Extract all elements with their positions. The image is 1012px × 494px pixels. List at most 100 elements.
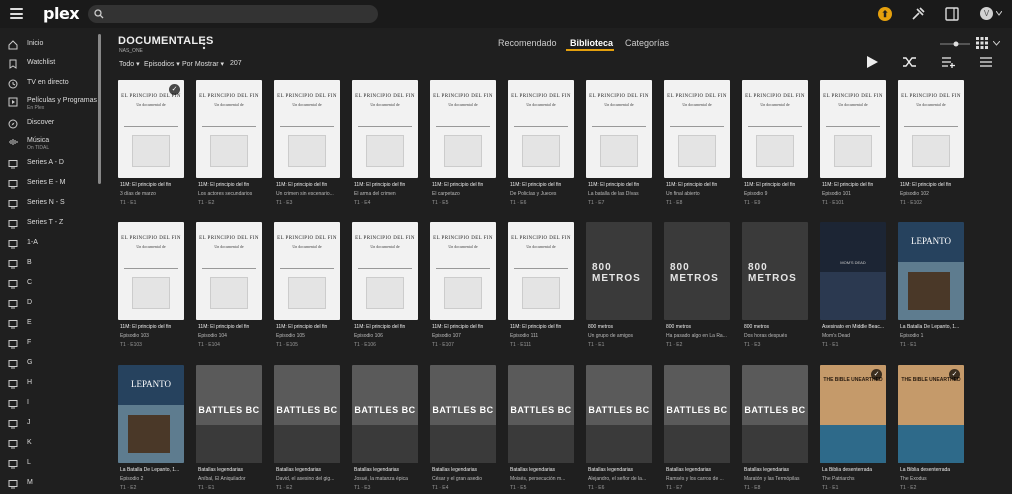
episode-poster[interactable]: BATTLES BC xyxy=(742,365,808,463)
episode-poster[interactable]: EL PRINCIPIO DEL FIN Un documental de xyxy=(196,222,262,320)
episode-poster[interactable]: BATTLES BC xyxy=(430,365,496,463)
show-title[interactable]: 11M: El principio del fin xyxy=(354,182,420,188)
show-title[interactable]: La Batalla De Lepanto, 1... xyxy=(900,324,966,330)
show-title[interactable]: 11M: El principio del fin xyxy=(900,182,966,188)
show-title[interactable]: 11M: El principio del fin xyxy=(276,182,342,188)
show-title[interactable]: 11M: El principio del fin xyxy=(120,324,186,330)
search-input[interactable] xyxy=(110,7,370,21)
show-title[interactable]: Batallas legendarias xyxy=(354,467,420,473)
episode-title[interactable]: The Exodus xyxy=(900,476,966,482)
episode-title[interactable]: Episodio 107 xyxy=(432,333,498,339)
episode-poster[interactable]: EL PRINCIPIO DEL FIN Un documental de xyxy=(508,222,574,320)
watched-check-icon[interactable]: ✓ xyxy=(169,84,180,95)
show-title[interactable]: Batallas legendarias xyxy=(744,467,810,473)
watched-check-icon[interactable]: ✓ xyxy=(871,369,882,380)
episode-title[interactable]: Episodio 106 xyxy=(354,333,420,339)
episode-title[interactable]: Episodio 102 xyxy=(900,191,966,197)
chevron-down-icon[interactable] xyxy=(996,11,1002,16)
episode-title[interactable]: Ha pasado algo en La Ra... xyxy=(666,333,732,339)
episode-title[interactable]: David, el asesino del gig... xyxy=(276,476,342,482)
show-title[interactable]: 11M: El principio del fin xyxy=(432,324,498,330)
show-title[interactable]: 800 metros xyxy=(744,324,810,330)
more-vertical-icon[interactable] xyxy=(200,38,208,50)
show-title[interactable]: Batallas legendarias xyxy=(432,467,498,473)
episode-poster[interactable]: EL PRINCIPIO DEL FIN Un documental de xyxy=(742,80,808,178)
episode-title[interactable]: The Patriarchs xyxy=(822,476,888,482)
episode-title[interactable]: Episodio 2 xyxy=(120,476,186,482)
episode-title[interactable]: De Policías y Jueces xyxy=(510,191,576,197)
episode-poster[interactable]: EL PRINCIPIO DEL FIN Un documental de xyxy=(508,80,574,178)
episode-poster[interactable]: BATTLES BC xyxy=(274,365,340,463)
show-title[interactable]: 11M: El principio del fin xyxy=(666,182,732,188)
episode-poster[interactable]: EL PRINCIPIO DEL FIN Un documental de xyxy=(664,80,730,178)
select-list-icon[interactable] xyxy=(942,56,955,68)
tab-categorias[interactable]: Categorías xyxy=(625,38,669,48)
episode-poster[interactable]: EL PRINCIPIO DEL FIN Un documental de xyxy=(274,80,340,178)
episode-poster[interactable]: EL PRINCIPIO DEL FIN Un documental de xyxy=(430,80,496,178)
filter-type-dropdown[interactable]: Episodios ▾ xyxy=(144,60,180,68)
shuffle-icon[interactable] xyxy=(903,56,916,68)
episode-poster[interactable]: 800 METROS xyxy=(586,222,652,320)
episode-title[interactable]: Episodio 111 xyxy=(510,333,576,339)
user-avatar[interactable]: V xyxy=(980,7,993,20)
filter-all-dropdown[interactable]: Todo ▾ xyxy=(119,60,140,68)
episode-poster[interactable]: BATTLES BC xyxy=(586,365,652,463)
episode-poster[interactable]: EL PRINCIPIO DEL FIN Un documental de xyxy=(352,222,418,320)
show-title[interactable]: La Biblia desenterrada xyxy=(900,467,966,473)
show-title[interactable]: 11M: El principio del fin xyxy=(588,182,654,188)
episode-poster[interactable]: EL PRINCIPIO DEL FIN Un documental de xyxy=(274,222,340,320)
episode-poster[interactable]: EL PRINCIPIO DEL FIN Un documental de xyxy=(352,80,418,178)
hamburger-menu-icon[interactable] xyxy=(10,8,23,19)
show-title[interactable]: 11M: El principio del fin xyxy=(354,324,420,330)
size-slider[interactable] xyxy=(940,41,970,47)
tab-biblioteca[interactable]: Biblioteca xyxy=(570,38,613,48)
episode-poster[interactable]: EL PRINCIPIO DEL FIN Un documental de xyxy=(898,80,964,178)
episode-poster[interactable]: EL PRINCIPIO DEL FIN Un documental de xyxy=(820,80,886,178)
episode-title[interactable]: El arma del crimen xyxy=(354,191,420,197)
episode-title[interactable]: Un final abierto xyxy=(666,191,732,197)
episode-title[interactable]: Episodio 104 xyxy=(198,333,264,339)
episode-title[interactable]: Aníbal, El Aniquilador xyxy=(198,476,264,482)
watched-check-icon[interactable]: ✓ xyxy=(949,369,960,380)
show-title[interactable]: 11M: El principio del fin xyxy=(744,182,810,188)
show-title[interactable]: 800 metros xyxy=(588,324,654,330)
episode-title[interactable]: La batalla de las Dívas xyxy=(588,191,654,197)
grid-view-icon[interactable] xyxy=(976,37,988,49)
show-title[interactable]: Asesinato en Middle Beac... xyxy=(822,324,888,330)
episode-poster[interactable]: BATTLES BC xyxy=(352,365,418,463)
episode-poster[interactable]: EL PRINCIPIO DEL FIN Un documental de xyxy=(196,80,262,178)
episode-poster[interactable]: THE BIBLE UNEARTHED ✓ xyxy=(898,365,964,463)
show-title[interactable]: 11M: El principio del fin xyxy=(432,182,498,188)
episode-title[interactable]: Un crimen sin escenario... xyxy=(276,191,342,197)
episode-poster[interactable]: EL PRINCIPIO DEL FIN Un documental de xyxy=(118,222,184,320)
episode-title[interactable]: Un grupo de amigos xyxy=(588,333,654,339)
show-title[interactable]: 11M: El principio del fin xyxy=(276,324,342,330)
show-title[interactable]: 11M: El principio del fin xyxy=(120,182,186,188)
show-title[interactable]: 11M: El principio del fin xyxy=(822,182,888,188)
show-title[interactable]: Batallas legendarias xyxy=(588,467,654,473)
show-title[interactable]: Batallas legendarias xyxy=(666,467,732,473)
episode-poster[interactable]: BATTLES BC xyxy=(508,365,574,463)
episode-title[interactable]: Maratón y las Termópilas xyxy=(744,476,810,482)
play-icon[interactable] xyxy=(866,56,878,68)
sidebar-scrollbar[interactable] xyxy=(98,34,101,184)
tab-recomendado[interactable]: Recomendado xyxy=(498,38,557,48)
show-title[interactable]: Batallas legendarias xyxy=(276,467,342,473)
episode-poster[interactable]: MOM'S DEAD xyxy=(820,222,886,320)
more-horizontal-icon[interactable] xyxy=(980,56,992,68)
episode-poster[interactable]: EL PRINCIPIO DEL FIN Un documental de xyxy=(430,222,496,320)
episode-title[interactable]: Episodio 105 xyxy=(276,333,342,339)
episode-title[interactable]: Dos horas después xyxy=(744,333,810,339)
episode-poster[interactable]: 800 METROS xyxy=(664,222,730,320)
search-box[interactable] xyxy=(88,5,378,23)
episode-title[interactable]: Alejandro, el señor de la... xyxy=(588,476,654,482)
show-title[interactable]: 11M: El principio del fin xyxy=(510,182,576,188)
show-title[interactable]: La Biblia desenterrada xyxy=(822,467,888,473)
show-title[interactable]: 11M: El principio del fin xyxy=(198,182,264,188)
upgrade-icon[interactable]: ⬆ xyxy=(878,7,892,21)
episode-poster[interactable]: BATTLES BC xyxy=(196,365,262,463)
episode-poster[interactable]: EL PRINCIPIO DEL FIN Un documental de ✓ xyxy=(118,80,184,178)
episode-title[interactable]: Moisés, persecución m... xyxy=(510,476,576,482)
show-title[interactable]: 800 metros xyxy=(666,324,732,330)
episode-title[interactable]: Ramsés y los carros de ... xyxy=(666,476,732,482)
